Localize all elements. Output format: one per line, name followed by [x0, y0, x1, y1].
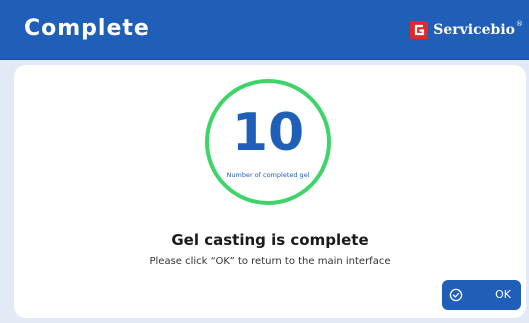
registered-mark: ® [516, 20, 523, 28]
completion-screen: Complete Servicebio ® 10 Number of compl… [0, 0, 529, 323]
brand-logo: Servicebio ® [410, 20, 523, 39]
ok-button[interactable]: OK [442, 280, 521, 310]
completed-count: 10 [231, 103, 305, 163]
page-title: Complete [24, 16, 150, 41]
header-bar: Complete Servicebio ® [0, 0, 529, 60]
servicebio-logo-icon [410, 21, 429, 39]
completion-panel: 10 Number of completed gel Gel casting i… [14, 65, 526, 318]
completed-count-label: Number of completed gel [226, 171, 310, 179]
progress-ring: 10 Number of completed gel [205, 79, 331, 205]
ok-button-label: OK [495, 288, 511, 301]
brand-name: Servicebio [433, 22, 515, 38]
completion-message-subtitle: Please click “OK” to return to the main … [149, 256, 391, 267]
completion-message-title: Gel casting is complete [171, 231, 369, 249]
check-circle-icon [449, 288, 463, 302]
